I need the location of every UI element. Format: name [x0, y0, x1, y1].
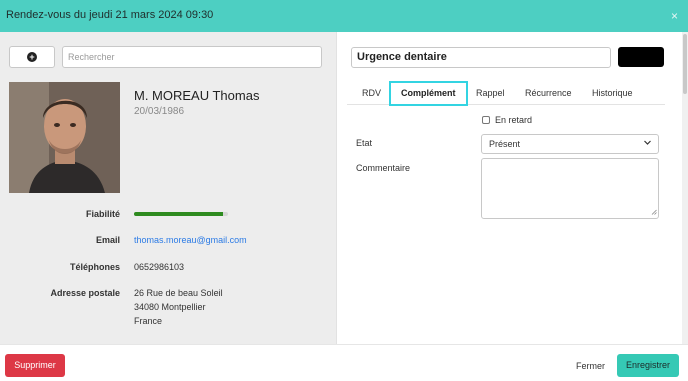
phone-value: 0652986103	[134, 262, 185, 272]
patient-photo	[9, 82, 120, 193]
state-label: Etat	[356, 138, 373, 148]
comment-label: Commentaire	[356, 163, 411, 173]
comment-textarea[interactable]	[481, 158, 659, 219]
email-link[interactable]: thomas.moreau@gmail.com	[134, 233, 247, 247]
late-checkbox[interactable]	[482, 116, 490, 124]
close-button[interactable]: Fermer	[576, 361, 605, 371]
state-select[interactable]: Présent	[481, 134, 659, 154]
search-input[interactable]	[62, 46, 322, 68]
save-button[interactable]: Enregistrer	[617, 354, 679, 377]
patient-birthdate: 20/03/1986	[134, 106, 185, 117]
scrollbar[interactable]	[682, 32, 688, 344]
scroll-fade	[0, 332, 336, 344]
modal-title: Rendez-vous du jeudi 21 mars 2024 09:30	[6, 9, 214, 21]
add-patient-button[interactable]: +	[9, 46, 55, 68]
delete-button[interactable]: Supprimer	[5, 354, 65, 377]
plus-circle-icon: +	[27, 52, 37, 62]
tab-historique[interactable]: Historique	[592, 82, 633, 105]
subject-action-button[interactable]	[618, 47, 664, 67]
scrollbar-thumb[interactable]	[683, 34, 687, 94]
modal-footer: Supprimer Fermer Enregistrer	[0, 344, 688, 381]
tab-complement[interactable]: Complément	[389, 81, 468, 106]
appointment-panel: Urgence dentaire RDV Complément Rappel R…	[336, 32, 688, 344]
phones-label: Téléphones	[69, 262, 120, 272]
close-icon[interactable]: ×	[671, 9, 678, 23]
resize-grip-icon[interactable]	[651, 209, 657, 217]
tab-rdv[interactable]: RDV	[362, 82, 381, 105]
email-label: Email	[95, 235, 120, 245]
subject-field[interactable]: Urgence dentaire	[351, 47, 611, 68]
tab-recurrence[interactable]: Récurrence	[525, 82, 572, 105]
state-selected-value: Présent	[489, 139, 521, 149]
address-line-2: 34080 Montpellier	[134, 302, 206, 312]
tab-rappel[interactable]: Rappel	[476, 82, 505, 105]
late-checkbox-label: En retard	[495, 115, 533, 125]
reliability-bar	[134, 212, 228, 216]
patient-panel: + M. MOREAU Thomas 20/03/1986 Fiabilité …	[0, 32, 336, 344]
reliability-bar-fill	[134, 212, 224, 216]
tab-bar: RDV Complément Rappel Récurrence Histori…	[347, 81, 665, 106]
patient-name: M. MOREAU Thomas	[134, 88, 260, 103]
address-line-1: 26 Rue de beau Soleil	[134, 288, 223, 298]
modal-header: Rendez-vous du jeudi 21 mars 2024 09:30 …	[0, 0, 688, 32]
address-line-3: France	[134, 316, 163, 326]
reliability-label: Fiabilité	[85, 209, 120, 219]
address-label: Adresse postale	[50, 288, 120, 298]
chevron-down-icon	[643, 138, 652, 149]
